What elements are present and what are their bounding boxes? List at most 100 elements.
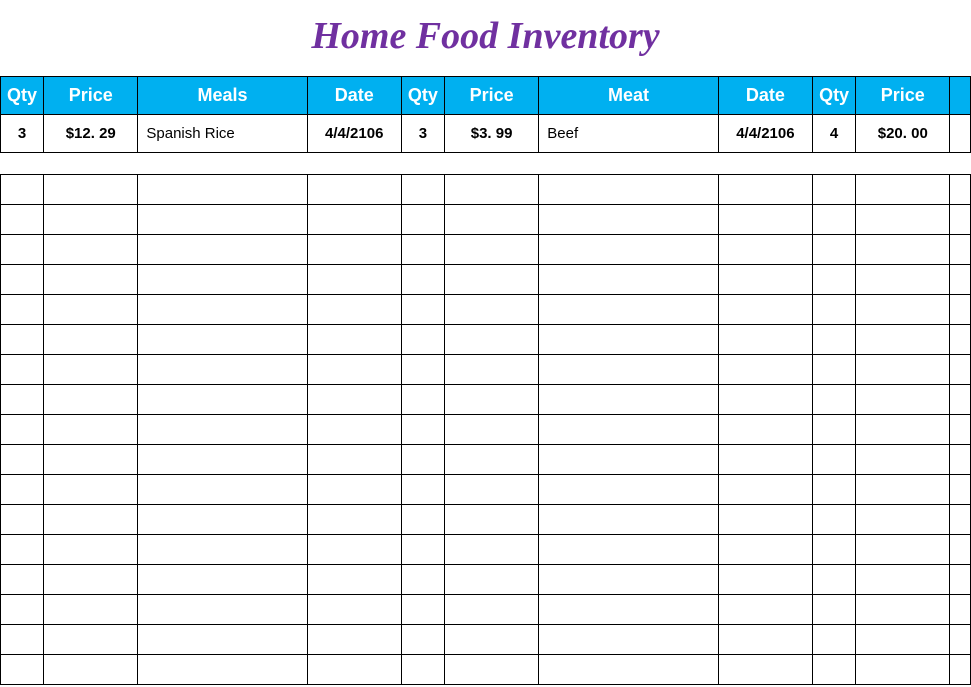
empty-cell[interactable] bbox=[539, 445, 718, 475]
empty-cell[interactable] bbox=[307, 565, 401, 595]
empty-cell[interactable] bbox=[539, 595, 718, 625]
empty-cell[interactable] bbox=[856, 415, 950, 445]
empty-cell[interactable] bbox=[444, 625, 538, 655]
empty-cell[interactable] bbox=[401, 355, 444, 385]
empty-cell[interactable] bbox=[813, 595, 856, 625]
empty-cell[interactable] bbox=[44, 385, 138, 415]
empty-cell[interactable] bbox=[539, 535, 718, 565]
empty-cell[interactable] bbox=[1, 535, 44, 565]
empty-cell[interactable] bbox=[718, 355, 812, 385]
cell-extra[interactable] bbox=[950, 115, 971, 153]
empty-cell[interactable] bbox=[44, 265, 138, 295]
empty-cell[interactable] bbox=[444, 535, 538, 565]
empty-cell[interactable] bbox=[444, 415, 538, 445]
empty-cell[interactable] bbox=[856, 325, 950, 355]
empty-cell[interactable] bbox=[539, 235, 718, 265]
empty-cell[interactable] bbox=[138, 595, 307, 625]
empty-cell[interactable] bbox=[44, 655, 138, 685]
cell-qty-1[interactable]: 3 bbox=[1, 115, 44, 153]
cell-qty-2[interactable]: 3 bbox=[401, 115, 444, 153]
empty-cell[interactable] bbox=[401, 325, 444, 355]
empty-cell[interactable] bbox=[401, 505, 444, 535]
empty-cell[interactable] bbox=[950, 475, 971, 505]
empty-cell[interactable] bbox=[444, 475, 538, 505]
empty-cell[interactable] bbox=[539, 295, 718, 325]
empty-cell[interactable] bbox=[307, 175, 401, 205]
cell-qty-3[interactable]: 4 bbox=[813, 115, 856, 153]
empty-cell[interactable] bbox=[950, 295, 971, 325]
empty-cell[interactable] bbox=[539, 355, 718, 385]
empty-cell[interactable] bbox=[856, 595, 950, 625]
empty-cell[interactable] bbox=[307, 205, 401, 235]
empty-cell[interactable] bbox=[44, 475, 138, 505]
table-row[interactable]: 3 $12. 29 Spanish Rice 4/4/2106 3 $3. 99… bbox=[1, 115, 971, 153]
empty-cell[interactable] bbox=[138, 475, 307, 505]
empty-cell[interactable] bbox=[307, 475, 401, 505]
empty-cell[interactable] bbox=[813, 445, 856, 475]
empty-cell[interactable] bbox=[539, 325, 718, 355]
empty-cell[interactable] bbox=[307, 295, 401, 325]
empty-cell[interactable] bbox=[950, 265, 971, 295]
empty-cell[interactable] bbox=[813, 535, 856, 565]
empty-cell[interactable] bbox=[856, 625, 950, 655]
empty-cell[interactable] bbox=[856, 475, 950, 505]
empty-cell[interactable] bbox=[401, 655, 444, 685]
empty-cell[interactable] bbox=[1, 445, 44, 475]
empty-cell[interactable] bbox=[44, 235, 138, 265]
empty-cell[interactable] bbox=[307, 535, 401, 565]
empty-cell[interactable] bbox=[813, 205, 856, 235]
empty-cell[interactable] bbox=[856, 355, 950, 385]
empty-cell[interactable] bbox=[813, 475, 856, 505]
empty-cell[interactable] bbox=[856, 205, 950, 235]
empty-cell[interactable] bbox=[856, 235, 950, 265]
table-row[interactable] bbox=[1, 355, 971, 385]
empty-cell[interactable] bbox=[950, 205, 971, 235]
empty-cell[interactable] bbox=[539, 655, 718, 685]
cell-price-2[interactable]: $3. 99 bbox=[444, 115, 538, 153]
empty-cell[interactable] bbox=[138, 265, 307, 295]
table-row[interactable] bbox=[1, 565, 971, 595]
empty-cell[interactable] bbox=[138, 205, 307, 235]
empty-cell[interactable] bbox=[813, 505, 856, 535]
empty-cell[interactable] bbox=[718, 385, 812, 415]
empty-cell[interactable] bbox=[138, 355, 307, 385]
empty-cell[interactable] bbox=[718, 655, 812, 685]
empty-cell[interactable] bbox=[138, 325, 307, 355]
empty-cell[interactable] bbox=[444, 655, 538, 685]
empty-cell[interactable] bbox=[539, 625, 718, 655]
empty-cell[interactable] bbox=[401, 265, 444, 295]
empty-cell[interactable] bbox=[401, 535, 444, 565]
empty-cell[interactable] bbox=[44, 175, 138, 205]
empty-cell[interactable] bbox=[950, 625, 971, 655]
empty-cell[interactable] bbox=[539, 415, 718, 445]
empty-cell[interactable] bbox=[444, 355, 538, 385]
empty-cell[interactable] bbox=[539, 475, 718, 505]
table-row[interactable] bbox=[1, 205, 971, 235]
empty-cell[interactable] bbox=[44, 325, 138, 355]
empty-cell[interactable] bbox=[856, 505, 950, 535]
table-row[interactable] bbox=[1, 535, 971, 565]
empty-cell[interactable] bbox=[444, 505, 538, 535]
empty-cell[interactable] bbox=[856, 295, 950, 325]
empty-cell[interactable] bbox=[138, 295, 307, 325]
empty-cell[interactable] bbox=[813, 325, 856, 355]
cell-meat[interactable]: Beef bbox=[539, 115, 718, 153]
empty-cell[interactable] bbox=[813, 175, 856, 205]
cell-price-1[interactable]: $12. 29 bbox=[44, 115, 138, 153]
table-row[interactable] bbox=[1, 505, 971, 535]
empty-cell[interactable] bbox=[856, 385, 950, 415]
empty-cell[interactable] bbox=[307, 385, 401, 415]
empty-cell[interactable] bbox=[444, 175, 538, 205]
empty-cell[interactable] bbox=[718, 235, 812, 265]
empty-cell[interactable] bbox=[950, 595, 971, 625]
empty-cell[interactable] bbox=[138, 655, 307, 685]
table-row[interactable] bbox=[1, 655, 971, 685]
empty-cell[interactable] bbox=[718, 505, 812, 535]
empty-cell[interactable] bbox=[138, 385, 307, 415]
empty-cell[interactable] bbox=[1, 175, 44, 205]
empty-cell[interactable] bbox=[444, 565, 538, 595]
empty-cell[interactable] bbox=[718, 445, 812, 475]
empty-cell[interactable] bbox=[307, 445, 401, 475]
table-row[interactable] bbox=[1, 415, 971, 445]
table-row[interactable] bbox=[1, 625, 971, 655]
